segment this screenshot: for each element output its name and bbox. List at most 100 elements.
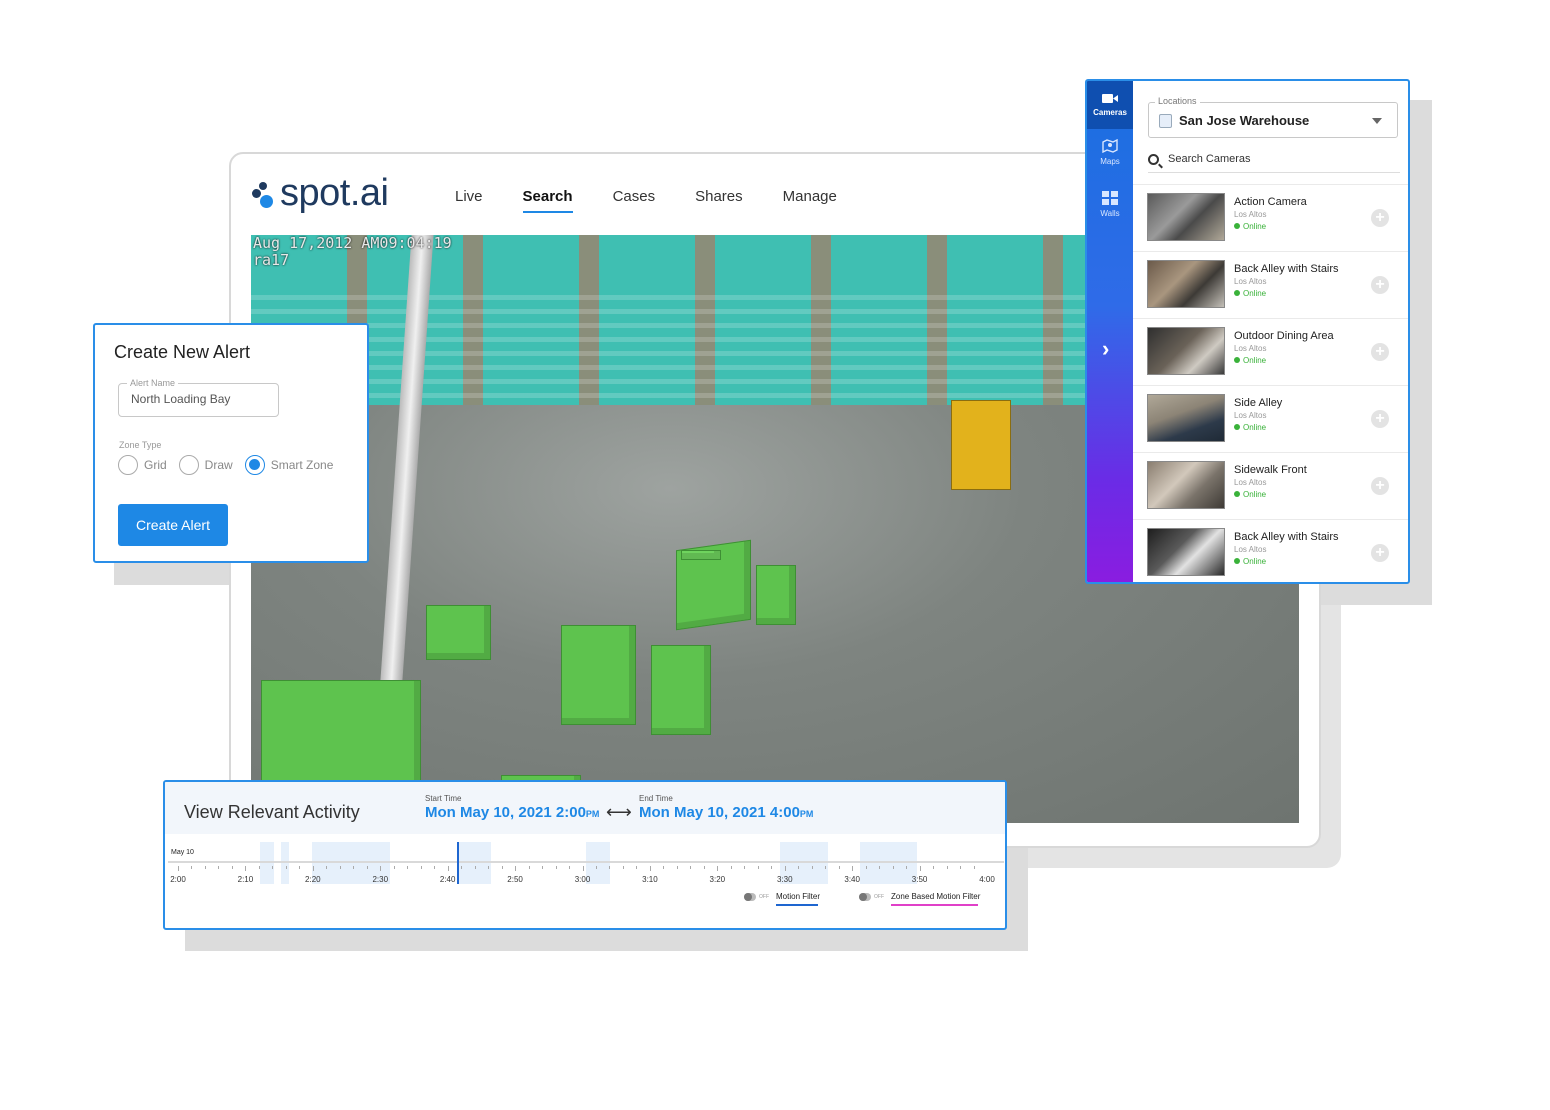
nav-search[interactable]: Search: [522, 188, 573, 213]
camera-status: Online: [1234, 423, 1266, 432]
camera-location: Los Altos: [1234, 478, 1267, 487]
timeline-minor-tick: [744, 866, 746, 869]
camera-list-item[interactable]: Sidewalk Front Los Altos Online +: [1133, 452, 1408, 519]
timeline-minor-tick: [231, 866, 233, 869]
camera-list-item[interactable]: Back Alley with Stairs Los Altos Online …: [1133, 251, 1408, 318]
location-value: San Jose Warehouse: [1179, 113, 1310, 128]
timeline-axis[interactable]: [168, 861, 1004, 863]
camera-list-item[interactable]: Side Alley Los Altos Online +: [1133, 385, 1408, 452]
timeline-minor-tick: [461, 866, 463, 869]
timeline-minor-tick: [178, 866, 179, 871]
timeline-minor-tick: [906, 866, 908, 869]
radio-circle-icon: [178, 455, 199, 475]
timeline-minor-tick: [784, 866, 786, 871]
timeline-minor-tick: [542, 866, 544, 869]
search-icon: [1148, 154, 1159, 165]
timeline-minor-tick: [204, 866, 206, 869]
nav-cases[interactable]: Cases: [613, 188, 656, 211]
timeline-minor-tick: [582, 866, 584, 871]
camera-location: Los Altos: [1234, 411, 1267, 420]
activity-block[interactable]: [260, 842, 274, 884]
rail-item-walls[interactable]: Walls: [1087, 191, 1133, 218]
spot-ai-logo[interactable]: spot.ai: [252, 172, 389, 215]
camera-location: Los Altos: [1234, 277, 1267, 286]
rail-item-cameras[interactable]: Cameras: [1087, 81, 1133, 129]
pallet-crate: [681, 550, 721, 560]
timeline-minor-tick: [703, 866, 705, 869]
locations-label: Locations: [1155, 96, 1200, 106]
pallet-crate: [651, 645, 711, 735]
create-alert-button[interactable]: Create Alert: [118, 504, 228, 546]
add-camera-icon[interactable]: +: [1371, 276, 1389, 294]
activity-block[interactable]: [860, 842, 917, 884]
camera-name: Outdoor Dining Area: [1234, 330, 1334, 342]
rail-label: Maps: [1100, 157, 1120, 166]
start-time-value[interactable]: Mon May 10, 2021 2:00PM: [425, 804, 599, 821]
add-camera-icon[interactable]: +: [1371, 209, 1389, 227]
activity-block[interactable]: [281, 842, 289, 884]
timeline-playhead[interactable]: [457, 842, 459, 884]
camera-status: Online: [1234, 490, 1266, 499]
timeline-minor-tick: [811, 866, 813, 869]
timeline-minor-tick: [730, 866, 732, 869]
camera-status: Online: [1234, 356, 1266, 365]
zone-motion-filter-toggle[interactable]: OFF Zone Based Motion Filter: [859, 892, 980, 906]
camera-list-item[interactable]: Action Camera Los Altos Online +: [1133, 184, 1408, 251]
timeline-minor-tick: [299, 866, 301, 869]
nav-live[interactable]: Live: [455, 188, 483, 211]
zone-radio-smart-zone[interactable]: Smart Zone: [244, 455, 334, 475]
search-cameras-input[interactable]: Search Cameras: [1148, 153, 1400, 173]
camera-status: Online: [1234, 222, 1266, 231]
map-icon: [1102, 139, 1118, 153]
timeline-minor-tick: [407, 866, 409, 869]
zone-radio-grid[interactable]: Grid: [118, 455, 167, 475]
timeline-minor-tick: [960, 866, 962, 869]
add-camera-icon[interactable]: +: [1371, 343, 1389, 361]
radio-circle-icon: [118, 455, 138, 475]
zone-radio-draw[interactable]: Draw: [178, 455, 233, 475]
timeline-minor-tick: [285, 866, 287, 869]
add-camera-icon[interactable]: +: [1371, 544, 1389, 562]
timeline-minor-tick: [892, 866, 894, 869]
timeline-minor-tick: [838, 866, 840, 869]
camera-thumbnail: [1147, 461, 1225, 509]
end-time-ampm: PM: [799, 809, 814, 819]
add-camera-icon[interactable]: +: [1371, 410, 1389, 428]
timeline-tick-label: 3:10: [642, 875, 658, 884]
motion-filter-toggle[interactable]: OFF Motion Filter: [744, 892, 820, 906]
timeline-minor-tick: [569, 866, 571, 869]
timeline-minor-tick: [245, 866, 247, 871]
timeline-tick-label: 3:50: [911, 875, 928, 884]
timeline-minor-tick: [488, 866, 490, 869]
radio-label: Draw: [204, 458, 233, 472]
timeline-minor-tick: [757, 866, 759, 869]
rail-label: Cameras: [1093, 108, 1127, 117]
activity-block[interactable]: [458, 842, 491, 884]
timeline-tick-label: 3:00: [574, 875, 591, 884]
timeline-tick-label: 2:30: [372, 875, 389, 884]
nav-shares[interactable]: Shares: [695, 188, 743, 211]
timeline-minor-tick: [501, 866, 503, 869]
camera-list-item[interactable]: Back Alley with Stairs Los Altos Online …: [1133, 519, 1408, 582]
camera-name: Action Camera: [1234, 196, 1307, 208]
end-time-value[interactable]: Mon May 10, 2021 4:00PM: [639, 804, 813, 821]
timeline-tick-label: 2:10: [237, 875, 254, 884]
main-nav: Live Search Cases Shares Manage: [455, 188, 877, 213]
timeline-minor-tick: [825, 866, 827, 869]
rail-item-maps[interactable]: Maps: [1087, 139, 1133, 166]
alert-name-input[interactable]: North Loading Bay: [118, 383, 279, 417]
timeline-minor-tick: [798, 866, 800, 869]
chevron-right-icon[interactable]: ›: [1102, 336, 1109, 362]
search-placeholder: Search Cameras: [1168, 153, 1251, 165]
nav-manage[interactable]: Manage: [783, 188, 837, 211]
add-camera-icon[interactable]: +: [1371, 477, 1389, 495]
radio-label: Smart Zone: [270, 458, 334, 472]
timeline-minor-tick: [676, 866, 678, 869]
timeline-minor-tick: [690, 866, 692, 869]
camera-list-item[interactable]: Outdoor Dining Area Los Altos Online +: [1133, 318, 1408, 385]
toggle-switch-icon: [744, 892, 756, 901]
camera-thumbnail: [1147, 528, 1225, 576]
video-camera-icon: [1102, 94, 1118, 103]
logo-dots-icon: [252, 179, 276, 209]
timeline-minor-tick: [919, 866, 921, 871]
